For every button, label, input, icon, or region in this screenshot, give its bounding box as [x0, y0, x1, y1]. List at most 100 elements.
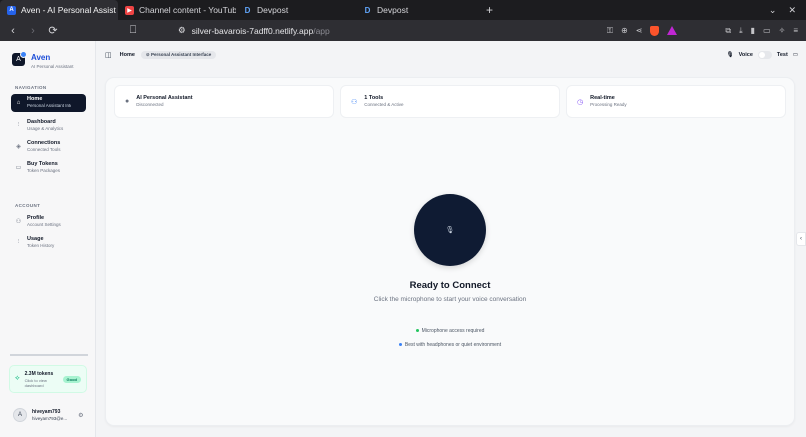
tab-title: Aven - AI Personal Assist	[21, 5, 116, 15]
url-field[interactable]: ⚙ silver-bavarois-7adff0.netlify.app/app	[178, 25, 597, 36]
settings-icon[interactable]: ⚙	[78, 412, 83, 419]
assistant-panel: ● AI Personal Assistant Disconnected ⚇ 1…	[106, 78, 794, 425]
hint-headphones: Best with headphones or quiet environmen…	[106, 342, 794, 348]
sidebar-item-dashboard[interactable]: ⫶ Dashboard Usage & Analytics	[11, 117, 86, 135]
tokens-title: 2.3M tokens	[24, 370, 54, 377]
sidebar-item-title: Home	[27, 96, 43, 102]
microphone-icon: 🎙︎	[445, 227, 455, 234]
tab-title: Channel content - YouTube	[139, 5, 236, 15]
sidebar-toggle-icon[interactable]: ▮	[751, 26, 755, 35]
test-label: Test	[776, 52, 788, 58]
youtube-favicon-icon: ▶	[125, 5, 134, 15]
status-card-realtime: ◷ Real-time Processing Ready	[566, 85, 786, 118]
brand-name: Aven	[31, 53, 51, 62]
brand[interactable]: A Aven AI Personal Assistant	[12, 51, 74, 70]
hint-microphone: Microphone access required	[106, 328, 794, 334]
url-host: silver-bavarois-7adff0.netlify.app	[191, 25, 314, 36]
user-menu[interactable]: A hiveyam793 hiveyam793@e... ⚙	[13, 408, 83, 422]
sidebar-item-subtitle: Token Packages	[27, 168, 61, 173]
wallet-icon[interactable]: ▭	[763, 26, 771, 35]
users-icon: ⚇	[351, 98, 358, 106]
stat-subtitle: Processing Ready	[590, 102, 627, 107]
sidebar: A Aven AI Personal Assistant NAVIGATION …	[0, 41, 96, 437]
navigation-section-label: NAVIGATION	[15, 85, 47, 90]
stat-subtitle: Disconnected	[136, 102, 164, 107]
sidebar-toggle-icon[interactable]: ◫	[105, 51, 112, 59]
breadcrumb: ⊘ Personal Assistant Interface	[140, 51, 217, 59]
status-dot-icon: ●	[125, 98, 130, 105]
hint-text: Best with headphones or quiet environmen…	[404, 342, 502, 348]
stat-title: 1 Tools	[364, 95, 384, 101]
forward-button[interactable]: ›	[28, 25, 38, 37]
sidebar-item-profile[interactable]: ⚇ Profile Account Settings	[11, 213, 86, 231]
chart-icon: ⫶	[17, 122, 20, 128]
sidebar-item-connections[interactable]: ◈ Connections Connected Tools	[11, 138, 86, 156]
header: ◫ Home ⊘ Personal Assistant Interface 🎙︎…	[97, 41, 806, 69]
browser-tab-youtube[interactable]: ▶ Channel content - YouTube	[118, 0, 236, 20]
tab-list-chevron-icon[interactable]: ⌄	[769, 5, 777, 16]
home-icon: ⌂	[16, 99, 21, 106]
app-root: A Aven AI Personal Assistant NAVIGATION …	[0, 41, 806, 437]
green-dot-icon	[415, 329, 419, 333]
sidebar-item-title: Profile	[27, 215, 45, 221]
brave-shield-icon[interactable]	[650, 25, 660, 36]
blue-dot-icon	[398, 343, 402, 347]
sidebar-item-title: Usage	[27, 236, 44, 242]
avatar: A	[13, 408, 27, 422]
breadcrumb-home[interactable]: Home	[120, 52, 135, 58]
chat-icon[interactable]: ▭	[793, 52, 798, 58]
status-card-assistant: ● AI Personal Assistant Disconnected	[114, 85, 334, 118]
voice-label: Voice	[738, 52, 753, 58]
download-icon[interactable]: ⤓	[739, 26, 743, 36]
tokens-subtitle: Click to view dashboard	[24, 377, 47, 388]
stat-subtitle: Connected & Active	[364, 102, 404, 107]
back-button[interactable]: ‹	[8, 25, 18, 37]
card-icon: ▭	[15, 165, 22, 171]
brand-subtitle: AI Personal Assistant	[31, 64, 74, 69]
share-icon[interactable]: ⋖	[636, 26, 643, 35]
ready-subtitle: Click the microphone to start your voice…	[373, 296, 527, 303]
chart-icon: ⫶	[17, 239, 20, 245]
user-name: hiveyam793	[32, 408, 61, 415]
window-close-icon[interactable]: ✕	[788, 5, 796, 16]
browser-tab-bar: A Aven - AI Personal Assist ✕ ▶ Channel …	[0, 0, 806, 20]
sidebar-item-subtitle: Account Settings	[27, 222, 61, 227]
site-settings-icon[interactable]: ⚙	[178, 25, 186, 36]
microphone-icon: 🎙︎	[726, 52, 734, 58]
account-section-label: ACCOUNT	[15, 203, 41, 208]
microphone-button[interactable]: 🎙︎	[414, 194, 486, 266]
key-icon[interactable]: ⚿	[607, 26, 613, 36]
leo-icon[interactable]: ✧	[779, 26, 786, 35]
aven-logo-icon: A	[12, 51, 27, 66]
collapse-panel-handle[interactable]: ‹	[796, 232, 806, 246]
sidebar-item-title: Buy Tokens	[27, 161, 58, 167]
browser-tab-devpost-1[interactable]: D Devpost	[236, 0, 356, 20]
new-tab-button[interactable]: +	[476, 3, 503, 17]
menu-icon[interactable]: ≡	[793, 26, 798, 35]
brave-rewards-icon[interactable]	[667, 26, 678, 35]
address-bar: ‹ › ⟳ ⎕ ⚙ silver-bavarois-7adff0.netlify…	[0, 20, 806, 41]
sidebar-item-subtitle: Token History	[27, 243, 55, 248]
breadcrumb-label: Personal Assistant Interface	[150, 52, 212, 57]
ready-title: Ready to Connect	[409, 280, 491, 291]
tab-title: Devpost	[257, 5, 289, 15]
user-email: hiveyam793@e...	[32, 415, 68, 421]
sidebar-item-home[interactable]: ⌂ Home Personal Assistant Interface	[11, 94, 86, 112]
reload-button[interactable]: ⟳	[48, 24, 58, 37]
stat-title: Real-time	[590, 95, 615, 101]
tokens-icon: ⟡	[15, 375, 20, 382]
sidebar-item-buy-tokens[interactable]: ▭ Buy Tokens Token Packages	[11, 159, 86, 177]
browser-tab-aven[interactable]: A Aven - AI Personal Assist ✕	[0, 0, 118, 20]
hint-text: Microphone access required	[421, 328, 485, 334]
sidebar-item-subtitle: Usage & Analytics	[27, 126, 64, 131]
sidebar-item-subtitle: Connected Tools	[27, 147, 61, 152]
status-card-tools: ⚇ 1 Tools Connected & Active	[340, 85, 560, 118]
zoom-icon[interactable]: ⊕	[621, 26, 628, 35]
browser-tab-devpost-2[interactable]: D Devpost	[356, 0, 476, 20]
extensions-icon[interactable]: ⧉	[725, 26, 731, 36]
bookmark-icon[interactable]: ⎕	[128, 24, 138, 37]
sidebar-item-usage[interactable]: ⫶ Usage Token History	[11, 234, 86, 252]
sidebar-item-title: Connections	[27, 140, 61, 146]
voice-test-toggle[interactable]	[757, 51, 772, 59]
tokens-card[interactable]: ⟡ 2.3M tokens Click to view dashboard Go…	[9, 354, 88, 393]
